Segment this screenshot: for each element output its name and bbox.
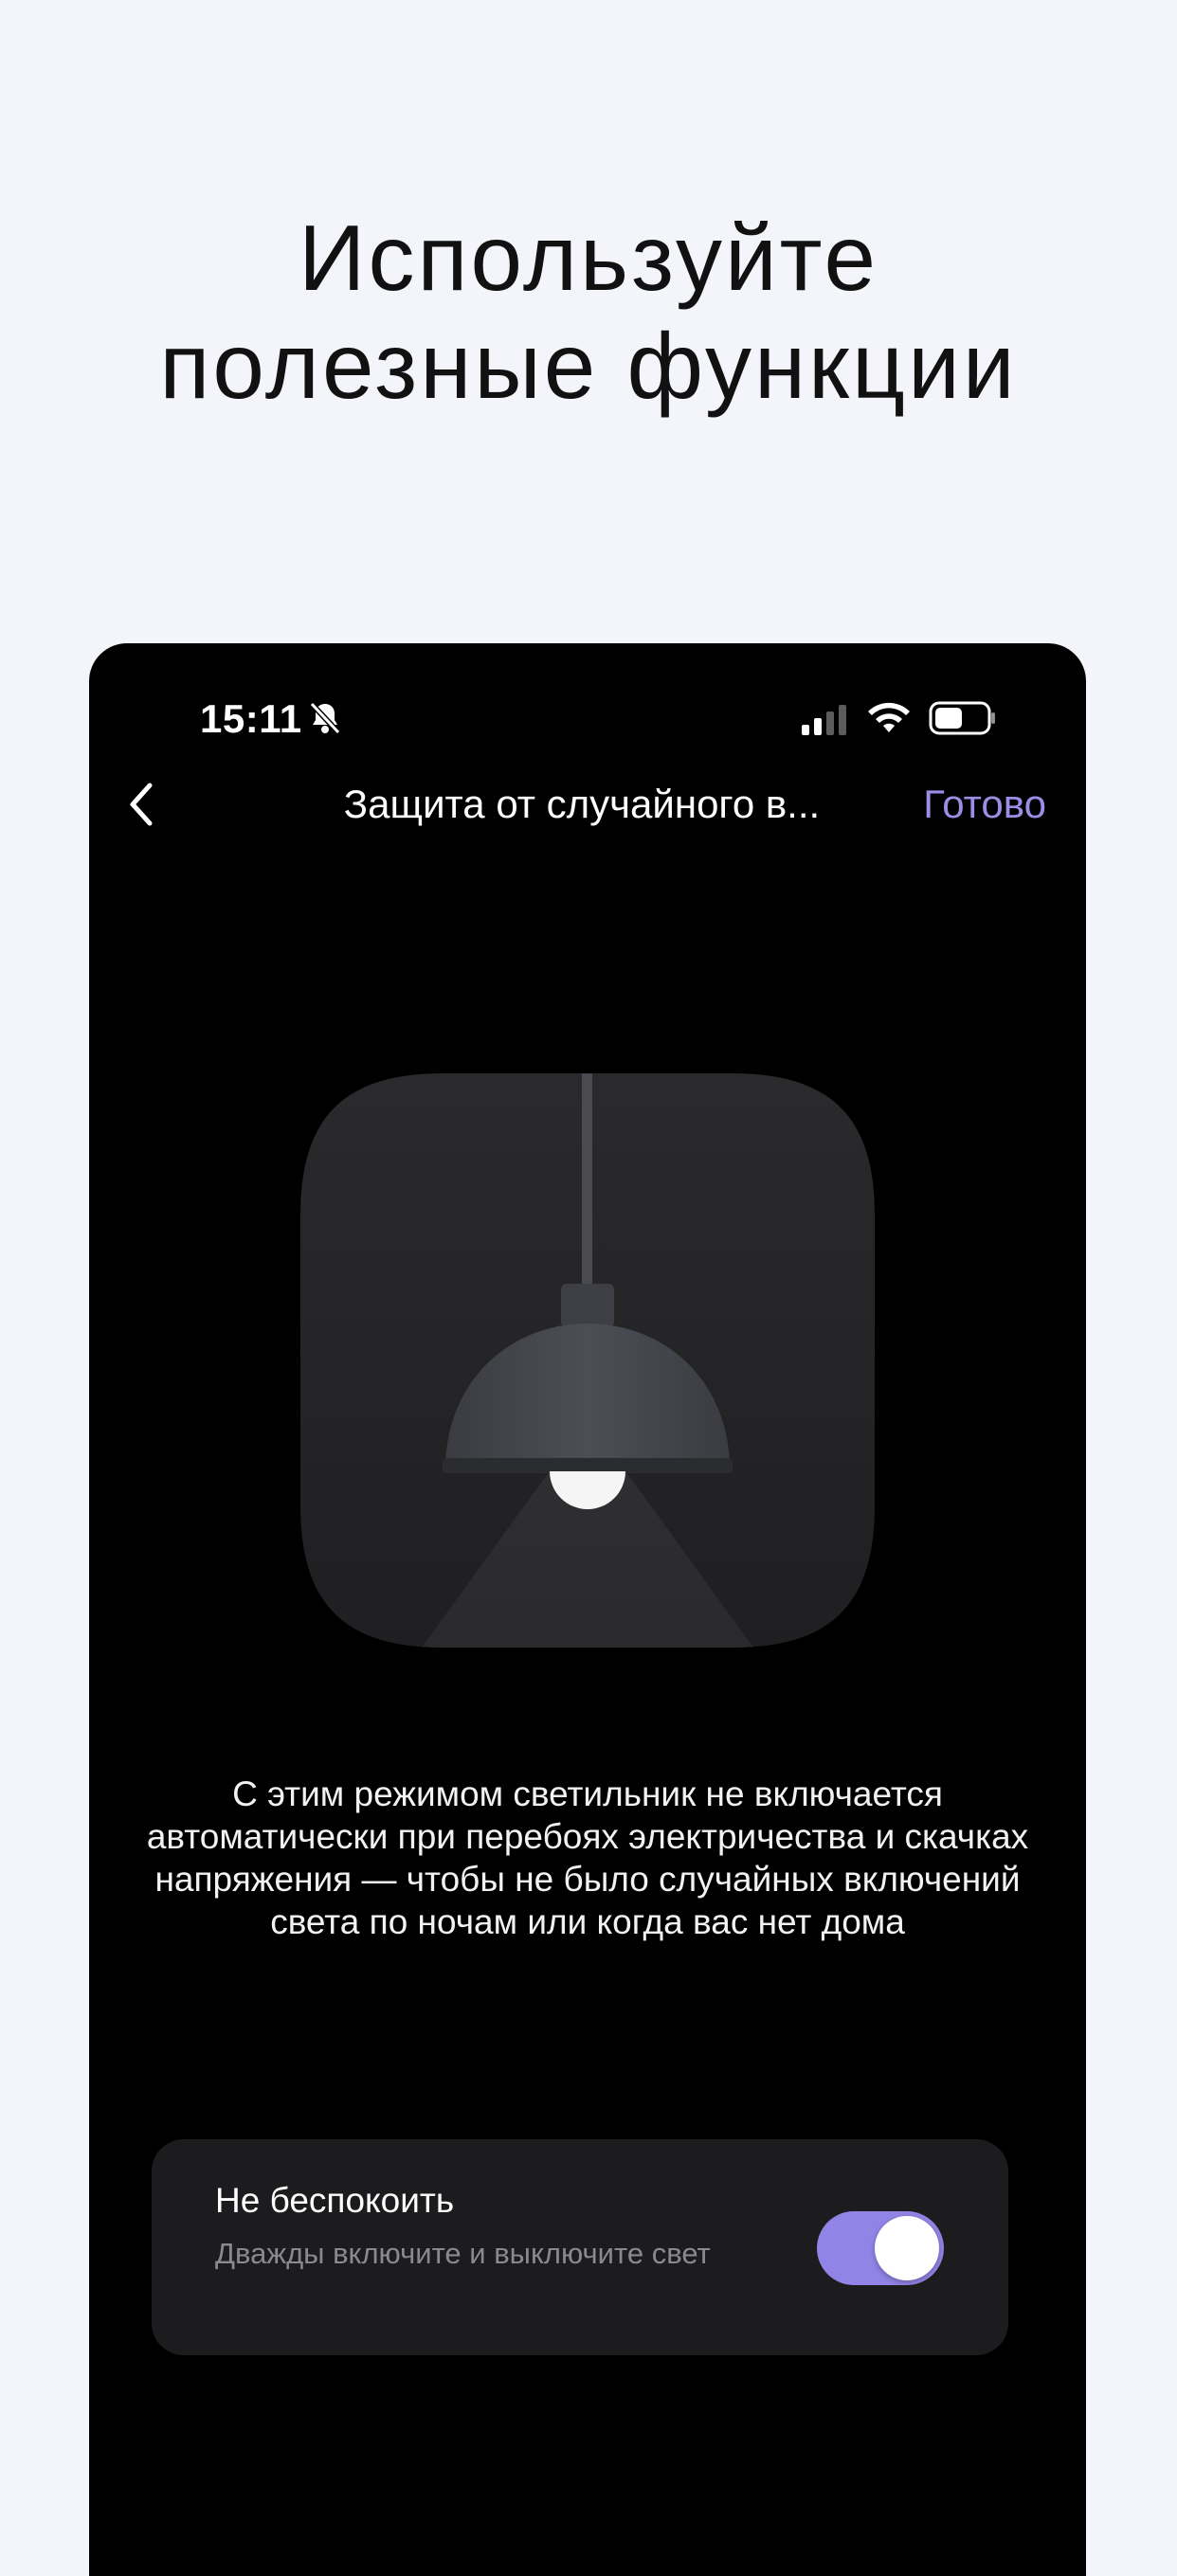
wifi-icon bbox=[868, 702, 910, 732]
done-button[interactable]: Готово bbox=[923, 782, 1046, 827]
promo-title: Используйте полезные функции bbox=[0, 204, 1177, 420]
toggle-knob bbox=[875, 2216, 939, 2280]
chevron-left-icon bbox=[130, 783, 153, 826]
pendant-lamp-icon bbox=[300, 1073, 875, 1648]
do-not-disturb-card: Не беспокоить Дважды включите и выключит… bbox=[152, 2139, 1008, 2355]
setting-title: Не беспокоить bbox=[215, 2181, 455, 2220]
promo-title-line-2: полезные функции bbox=[159, 314, 1018, 418]
nav-title: Защита от случайного в... bbox=[343, 782, 821, 826]
mode-description: С этим режимом светильник не включается … bbox=[146, 1774, 1029, 1941]
back-button[interactable] bbox=[108, 771, 174, 838]
status-time: 15:11 bbox=[200, 696, 302, 741]
signal-icon bbox=[802, 705, 846, 735]
do-not-disturb-toggle[interactable] bbox=[817, 2211, 944, 2285]
bell-slash-icon bbox=[309, 701, 341, 735]
setting-subtitle: Дважды включите и выключите свет bbox=[215, 2237, 711, 2270]
promo-title-line-1: Используйте bbox=[299, 206, 878, 310]
phone-screen: 15:11 Защита от случайного в... Готово С… bbox=[89, 643, 1086, 2576]
battery-icon bbox=[929, 701, 995, 735]
